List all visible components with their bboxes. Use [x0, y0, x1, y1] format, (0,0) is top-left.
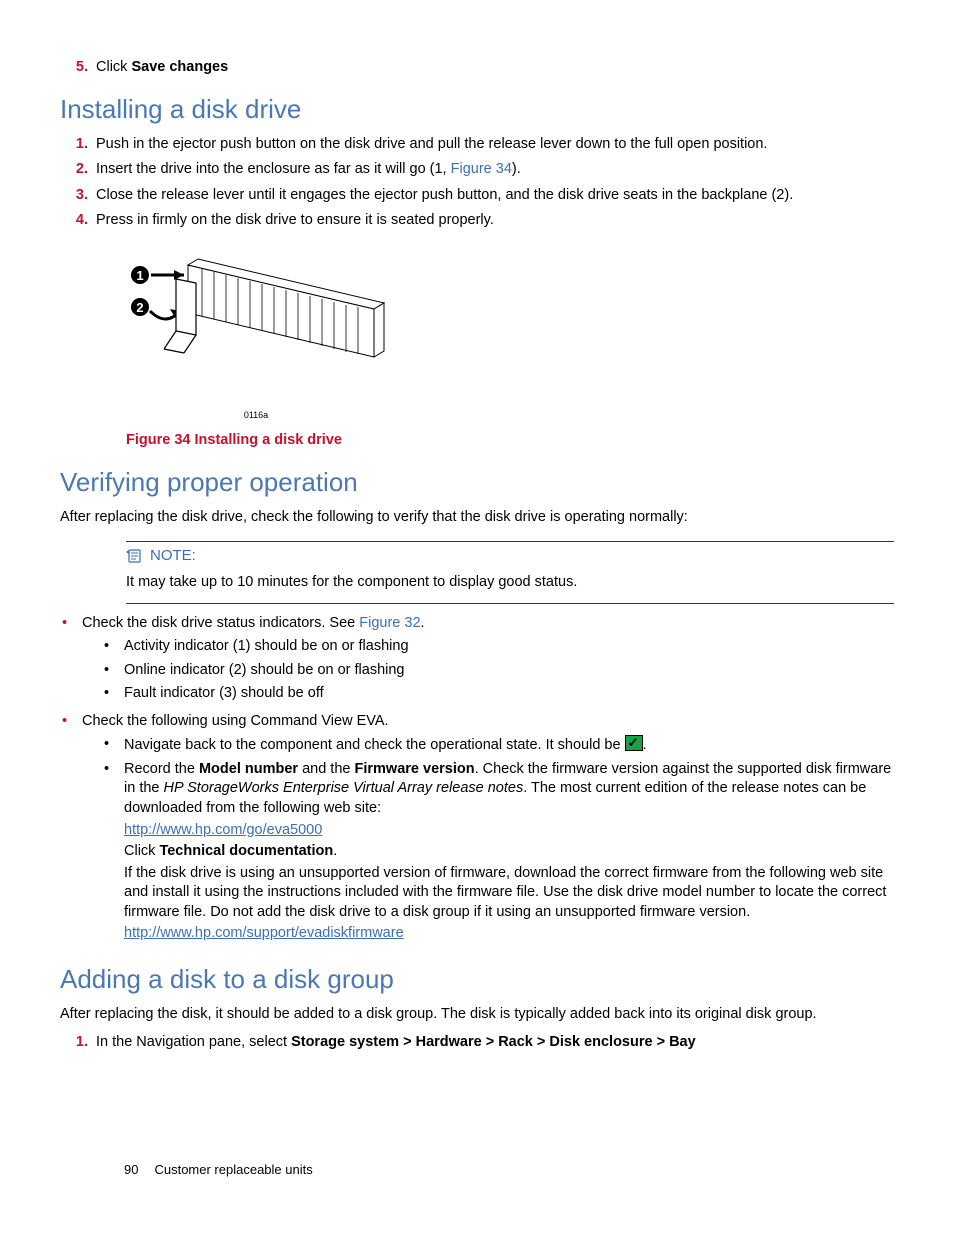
- svg-text:2: 2: [136, 300, 143, 315]
- page-number: 90: [124, 1162, 138, 1177]
- sub-navigate: Navigate back to the component and check…: [102, 735, 894, 756]
- adding-step-1: 1. In the Navigation pane, select Storag…: [60, 1033, 894, 1053]
- firmware-paragraph: If the disk drive is using an unsupporte…: [124, 864, 894, 923]
- heading-installing: Installing a disk drive: [60, 92, 894, 127]
- page-footer: 90 Customer replaceable units: [124, 1161, 313, 1179]
- install-step-1: 1. Push in the ejector push button on th…: [60, 135, 894, 155]
- link-evadiskfirmware[interactable]: http://www.hp.com/support/evadiskfirmwar…: [124, 925, 404, 941]
- note-rule-top: [126, 541, 894, 542]
- step-5: 5. Click Save changes: [60, 58, 894, 78]
- bullet-indicators: Check the disk drive status indicators. …: [60, 614, 894, 708]
- sub-record: Record the Model number and the Firmware…: [102, 760, 894, 944]
- verify-intro: After replacing the disk drive, check th…: [60, 508, 894, 528]
- install-step-2: 2. Insert the drive into the enclosure a…: [60, 160, 894, 180]
- note-icon: [126, 548, 144, 564]
- note-text: It may take up to 10 minutes for the com…: [126, 573, 894, 593]
- step-text: Click Save changes: [96, 58, 894, 78]
- figure-34-diagram: 1 2: [126, 249, 894, 425]
- install-step-4: 4. Press in firmly on the disk drive to …: [60, 211, 894, 231]
- note-heading: NOTE:: [126, 546, 196, 566]
- footer-title: Customer replaceable units: [154, 1162, 312, 1177]
- svg-text:1: 1: [136, 268, 143, 283]
- figure-34-caption: Figure 34 Installing a disk drive: [126, 431, 894, 451]
- xref-figure-32[interactable]: Figure 32: [359, 615, 420, 631]
- link-eva5000[interactable]: http://www.hp.com/go/eva5000: [124, 822, 322, 838]
- ok-status-icon: [625, 735, 643, 751]
- bullet-command-view: Check the following using Command View E…: [60, 712, 894, 948]
- heading-verifying: Verifying proper operation: [60, 465, 894, 500]
- adding-intro: After replacing the disk, it should be a…: [60, 1005, 894, 1025]
- note-block: NOTE: It may take up to 10 minutes for t…: [126, 541, 894, 603]
- step-number: 5.: [60, 58, 96, 78]
- heading-adding: Adding a disk to a disk group: [60, 962, 894, 997]
- xref-figure-34[interactable]: Figure 34: [451, 161, 512, 177]
- note-rule-bottom: [126, 603, 894, 604]
- install-step-3: 3. Close the release lever until it enga…: [60, 186, 894, 206]
- sub-fault: Fault indicator (3) should be off: [102, 684, 894, 704]
- figure-code: 0116a: [244, 410, 268, 420]
- sub-activity: Activity indicator (1) should be on or f…: [102, 637, 894, 657]
- sub-online: Online indicator (2) should be on or fla…: [102, 661, 894, 681]
